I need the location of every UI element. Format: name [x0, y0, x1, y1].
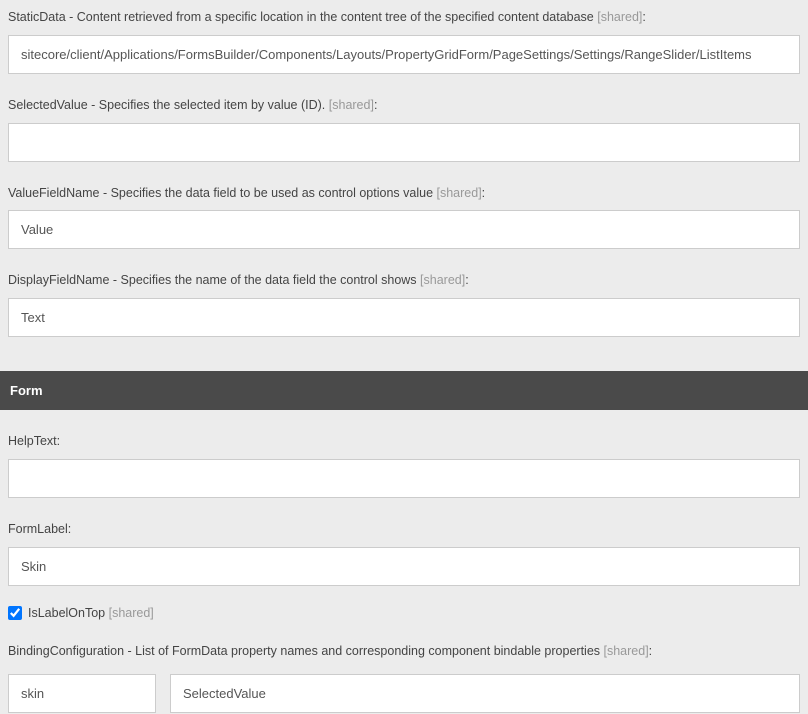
displayfieldname-input[interactable] [8, 298, 800, 337]
staticdata-label: StaticData - Content retrieved from a sp… [8, 4, 800, 27]
formlabel-label: FormLabel: [8, 516, 800, 539]
label-colon: : [642, 10, 645, 24]
valuefieldname-input[interactable] [8, 210, 800, 249]
field-formlabel: FormLabel: [0, 512, 808, 600]
label-name: ValueFieldName [8, 186, 99, 200]
valuefieldname-label: ValueFieldName - Specifies the data fiel… [8, 180, 800, 203]
bindingconfiguration-row [0, 674, 808, 713]
islabelontop-label: IsLabelOnTop [shared] [28, 606, 154, 620]
label-name: SelectedValue [8, 98, 88, 112]
field-displayfieldname: DisplayFieldName - Specifies the name of… [0, 263, 808, 351]
label-text: IsLabelOnTop [28, 606, 109, 620]
field-bindingconfiguration: BindingConfiguration - List of FormData … [0, 634, 808, 675]
shared-tag: [shared] [437, 186, 482, 200]
label-name: BindingConfiguration [8, 644, 124, 658]
helptext-label: HelpText: [8, 428, 800, 451]
label-desc: - Specifies the data field to be used as… [99, 186, 436, 200]
helptext-input[interactable] [8, 459, 800, 498]
field-islabelontop: IsLabelOnTop [shared] [0, 600, 808, 634]
label-name: StaticData [8, 10, 66, 24]
label-colon: : [374, 98, 377, 112]
shared-tag: [shared] [329, 98, 374, 112]
field-helptext: HelpText: [0, 424, 808, 512]
binding-key-input[interactable] [8, 674, 156, 713]
field-valuefieldname: ValueFieldName - Specifies the data fiel… [0, 176, 808, 264]
label-desc: - Specifies the selected item by value (… [88, 98, 329, 112]
displayfieldname-label: DisplayFieldName - Specifies the name of… [8, 267, 800, 290]
section-header-form[interactable]: Form [0, 371, 808, 410]
label-desc: - Specifies the name of the data field t… [109, 273, 420, 287]
field-staticdata: StaticData - Content retrieved from a sp… [0, 0, 808, 88]
field-selectedvalue: SelectedValue - Specifies the selected i… [0, 88, 808, 176]
shared-tag: [shared] [597, 10, 642, 24]
label-name: DisplayFieldName [8, 273, 109, 287]
formlabel-input[interactable] [8, 547, 800, 586]
label-desc: - List of FormData property names and co… [124, 644, 603, 658]
label-colon: : [482, 186, 485, 200]
staticdata-input[interactable] [8, 35, 800, 74]
label-colon: : [465, 273, 468, 287]
shared-tag: [shared] [420, 273, 465, 287]
shared-tag: [shared] [109, 606, 154, 620]
shared-tag: [shared] [604, 644, 649, 658]
selectedvalue-input[interactable] [8, 123, 800, 162]
label-desc: - Content retrieved from a specific loca… [66, 10, 598, 24]
bindingconfiguration-label: BindingConfiguration - List of FormData … [8, 638, 800, 661]
binding-value-input[interactable] [170, 674, 800, 713]
label-colon: : [649, 644, 652, 658]
islabelontop-checkbox[interactable] [8, 606, 22, 620]
selectedvalue-label: SelectedValue - Specifies the selected i… [8, 92, 800, 115]
